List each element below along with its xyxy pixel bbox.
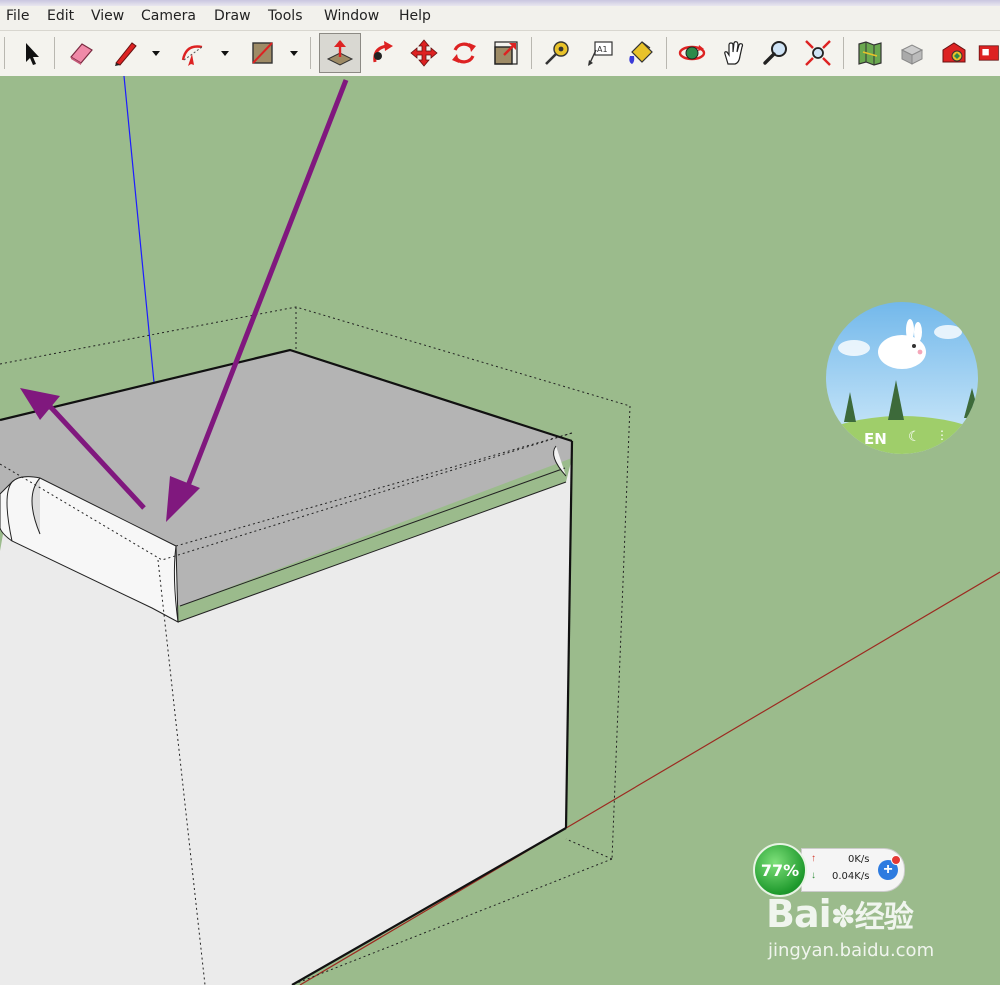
rotate-tool-button[interactable]: [446, 35, 482, 71]
3d-viewport[interactable]: EN ☾ ⋮ ↑ 0K/s ↓ 0.04K/s + 77% Bai✽经验 jin…: [0, 76, 1000, 985]
pencil-line-icon: [115, 42, 137, 66]
scale-icon: [494, 41, 518, 65]
menu-file[interactable]: File: [6, 8, 29, 24]
ime-language-label[interactable]: EN: [864, 430, 887, 448]
watermark-brand: Bai✽经验: [766, 892, 914, 936]
menu-window[interactable]: Window: [324, 8, 379, 24]
extension-icon: [978, 45, 999, 61]
zoom-extents-tool-button[interactable]: [800, 35, 836, 71]
map-tool-button[interactable]: [852, 35, 888, 71]
scale-tool-button[interactable]: [488, 35, 524, 71]
select-arrow-icon: [26, 43, 39, 65]
eraser-tool-button[interactable]: [63, 35, 99, 71]
menu-bar: File Edit View Camera Draw Tools Window …: [0, 0, 1000, 31]
zoom-extents-icon: [805, 40, 831, 66]
line-tool-dropdown[interactable]: [150, 47, 162, 59]
tape-measure-tool-button[interactable]: [539, 35, 575, 71]
toolbar-separator: [666, 37, 667, 69]
baidu-watermark: Bai✽经验 jingyan.baidu.com: [760, 882, 960, 972]
components-icon: [900, 44, 924, 65]
rectangle-tool-dropdown[interactable]: [288, 47, 300, 59]
menu-view[interactable]: View: [91, 8, 124, 24]
text-label-icon: A1: [588, 41, 613, 66]
ime-language-widget[interactable]: EN ☾ ⋮: [824, 296, 980, 460]
eraser-icon: [70, 43, 93, 65]
follow-me-tool-button[interactable]: [364, 35, 400, 71]
chevron-down-icon: [152, 51, 160, 56]
menu-tools[interactable]: Tools: [268, 8, 303, 24]
download-arrow-icon: ↓: [811, 870, 816, 881]
warehouse-icon: [942, 42, 966, 63]
chevron-down-icon: [290, 51, 298, 56]
tape-measure-icon: [545, 41, 569, 65]
components-tool-button[interactable]: [894, 35, 930, 71]
toolbar-separator: [843, 37, 844, 69]
rectangle-tool-button[interactable]: [244, 35, 280, 71]
svg-text:A1: A1: [597, 45, 608, 54]
download-speed: 0.04K/s: [832, 871, 870, 882]
move-tool-button[interactable]: [406, 35, 442, 71]
menu-edit[interactable]: Edit: [47, 8, 74, 24]
pan-hand-icon: [724, 41, 744, 65]
arc-icon: [181, 45, 203, 66]
notification-dot: [891, 855, 901, 865]
line-tool-button[interactable]: [107, 35, 143, 71]
menu-help[interactable]: Help: [399, 8, 431, 24]
select-tool-button[interactable]: [13, 35, 49, 71]
move-icon: [410, 39, 438, 67]
follow-me-icon: [373, 41, 393, 63]
zoom-magnifier-icon: [763, 41, 787, 65]
moon-icon[interactable]: ☾: [908, 428, 921, 445]
rectangle-icon: [252, 42, 273, 64]
extension-tool-button[interactable]: [976, 35, 1000, 71]
chevron-down-icon: [221, 51, 229, 56]
toolbar-grip: [4, 37, 5, 69]
menu-draw[interactable]: Draw: [214, 8, 251, 24]
text-tool-button[interactable]: A1: [581, 35, 617, 71]
paw-icon: ✽: [830, 900, 856, 935]
orbit-tool-button[interactable]: [674, 35, 710, 71]
rotate-icon: [452, 42, 476, 64]
main-toolbar: A1: [0, 31, 1000, 77]
watermark-url: jingyan.baidu.com: [768, 940, 935, 961]
pan-tool-button[interactable]: [716, 35, 752, 71]
rabbit-bubble-icon: [826, 302, 978, 454]
toolbar-separator: [531, 37, 532, 69]
push-pull-tool-button[interactable]: [319, 33, 361, 73]
upload-arrow-icon: ↑: [811, 853, 816, 864]
push-pull-icon: [326, 40, 354, 66]
toolbar-separator: [310, 37, 311, 69]
arc-tool-button[interactable]: [175, 35, 211, 71]
warehouse-tool-button[interactable]: [936, 35, 972, 71]
menu-camera[interactable]: Camera: [141, 8, 196, 24]
paint-bucket-tool-button[interactable]: [623, 35, 659, 71]
map-icon: [858, 41, 882, 66]
window-title-strip: [0, 0, 1000, 6]
dots-icon[interactable]: ⋮: [936, 428, 948, 442]
upload-speed: 0K/s: [848, 854, 870, 865]
zoom-tool-button[interactable]: [758, 35, 794, 71]
toolbar-separator: [54, 37, 55, 69]
arc-tool-dropdown[interactable]: [219, 47, 231, 59]
paint-bucket-icon: [629, 41, 653, 64]
orbit-icon: [678, 45, 706, 61]
